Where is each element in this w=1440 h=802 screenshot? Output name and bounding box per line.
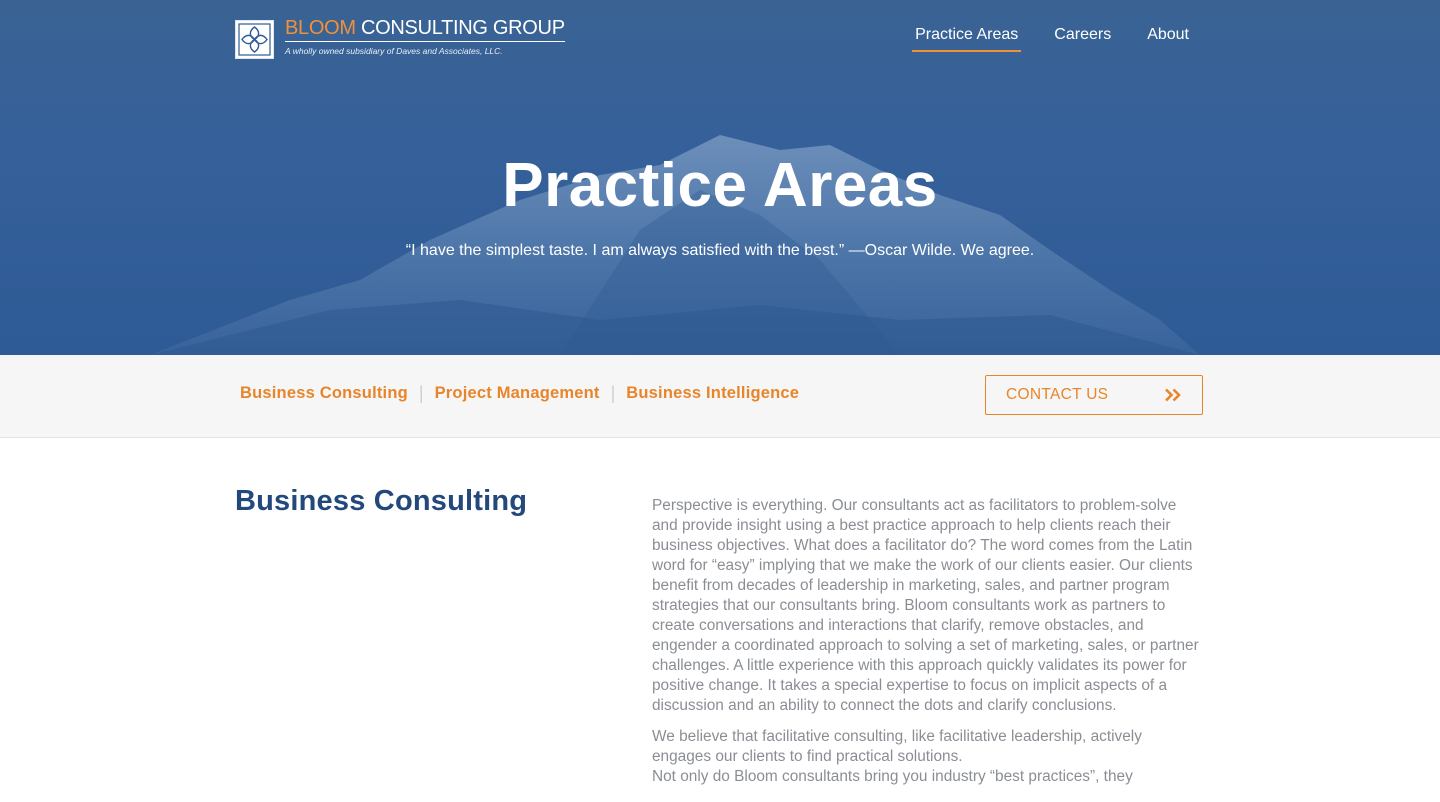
subnav-separator: | — [418, 383, 424, 403]
nav-careers[interactable]: Careers — [1051, 26, 1114, 52]
practice-subnav: Business Consulting | Project Management… — [240, 383, 799, 404]
hero-quote: “I have the simplest taste. I am always … — [405, 242, 1035, 259]
body-paragraph: Perspective is everything. Our consultan… — [652, 497, 1199, 714]
section-heading: Business Consulting — [235, 485, 528, 517]
contact-us-button[interactable]: CONTACT US — [985, 375, 1203, 415]
practice-subnav-bar: Business Consulting | Project Management… — [0, 355, 1440, 438]
subnav-business-intelligence[interactable]: Business Intelligence — [626, 384, 799, 403]
main-nav: Practice Areas Careers About — [912, 26, 1192, 52]
nav-about[interactable]: About — [1144, 26, 1192, 52]
logo-brand-text: BLOOM — [285, 17, 356, 39]
logo-tagline: A wholly owned subsidiary of Daves and A… — [285, 46, 503, 56]
nav-practice-areas[interactable]: Practice Areas — [912, 26, 1022, 52]
subnav-separator: | — [610, 383, 616, 403]
body-paragraph: Not only do Bloom consultants bring you … — [652, 768, 1133, 785]
subnav-business-consulting[interactable]: Business Consulting — [240, 384, 408, 403]
page-title: Practice Areas — [502, 151, 938, 220]
flower-logo-icon — [235, 20, 274, 59]
subnav-project-management[interactable]: Project Management — [435, 384, 600, 403]
hero-banner: BLOOM CONSULTING GROUP A wholly owned su… — [0, 0, 1440, 355]
section-body: Perspective is everything. Our consultan… — [652, 496, 1205, 798]
double-chevron-right-icon — [1165, 388, 1181, 402]
body-paragraph: We believe that facilitative consulting,… — [652, 728, 1142, 765]
logo-name-text: CONSULTING GROUP — [355, 17, 565, 39]
contact-us-label: CONTACT US — [1006, 386, 1109, 403]
logo-wordmark: BLOOM CONSULTING GROUP — [285, 17, 565, 42]
